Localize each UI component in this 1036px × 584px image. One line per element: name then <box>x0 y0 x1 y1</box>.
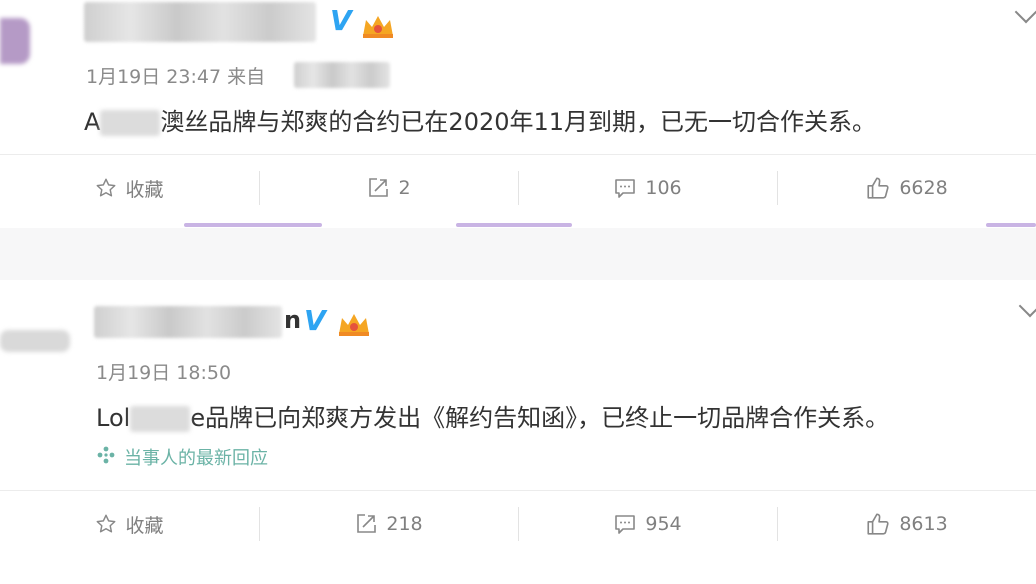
comment-icon <box>613 176 637 200</box>
redacted-text <box>100 110 161 136</box>
chevron-down-icon[interactable] <box>1014 0 1036 24</box>
like-button[interactable]: 6628 <box>777 155 1036 221</box>
divider-accent <box>184 223 322 227</box>
verified-badge: V <box>304 304 326 337</box>
verified-badge: V <box>330 4 352 37</box>
collect-button[interactable]: 收藏 <box>0 155 259 221</box>
crown-icon <box>360 12 396 44</box>
comment-icon <box>613 512 637 536</box>
weibo-post: V 1月19日 23:47 来自 A 澳丝品牌与郑爽的合约已在2020年11月到期… <box>0 0 1036 228</box>
repost-button[interactable]: 2 <box>259 155 518 221</box>
username-redacted[interactable] <box>94 306 282 338</box>
repost-button[interactable]: 218 <box>259 491 518 557</box>
username-tail[interactable]: n <box>284 306 301 334</box>
like-button[interactable]: 8613 <box>777 491 1036 557</box>
content-text: e品牌已向郑爽方发出《解约告知函》，已终止一切品牌合作关系。 <box>190 404 890 432</box>
avatar[interactable] <box>0 330 70 352</box>
collect-label: 收藏 <box>125 178 164 201</box>
like-count: 8613 <box>899 513 948 535</box>
action-bar: 收藏 218 954 8613 <box>0 490 1036 557</box>
post-content: Lol e品牌已向郑爽方发出《解约告知函》，已终止一切品牌合作关系。 <box>96 398 889 433</box>
star-icon <box>95 177 117 199</box>
repost-icon <box>366 176 390 200</box>
action-bar: 收藏 2 106 6628 <box>0 154 1036 221</box>
repost-icon <box>354 512 378 536</box>
comment-count: 106 <box>645 177 682 199</box>
chevron-down-icon[interactable] <box>1018 294 1036 318</box>
content-prefix: A <box>84 108 101 136</box>
divider-accent <box>986 223 1036 227</box>
crown-icon <box>336 310 372 342</box>
avatar[interactable] <box>0 18 30 64</box>
divider-accent <box>456 223 572 227</box>
comment-button[interactable]: 954 <box>518 491 777 557</box>
post-time: 1月19日 23:47 来自 <box>86 66 266 88</box>
post-time: 1月19日 18:50 <box>96 362 232 384</box>
like-icon <box>865 511 891 537</box>
latest-reply-link[interactable]: 当事人的最新回应 <box>96 444 268 470</box>
content-prefix: Lol <box>96 404 131 432</box>
repost-count: 218 <box>386 513 423 535</box>
comment-count: 954 <box>645 513 682 535</box>
weibo-post: n V 1月19日 18:50 Lol e品牌已向郑爽方发出《解约告知函》，已终止… <box>0 280 1036 584</box>
redacted-text <box>130 406 191 432</box>
username-redacted[interactable] <box>84 2 316 42</box>
post-content: A 澳丝品牌与郑爽的合约已在2020年11月到期，已无一切合作关系。 <box>84 102 876 137</box>
reply-label: 当事人的最新回应 <box>124 448 268 469</box>
collect-button[interactable]: 收藏 <box>0 491 259 557</box>
collect-label: 收藏 <box>125 514 164 537</box>
star-icon <box>95 513 117 535</box>
comment-button[interactable]: 106 <box>518 155 777 221</box>
source-redacted <box>294 62 390 88</box>
like-count: 6628 <box>899 177 948 199</box>
like-icon <box>865 175 891 201</box>
repost-count: 2 <box>398 177 411 199</box>
sparkle-icon <box>96 445 116 470</box>
post-separator <box>0 228 1036 280</box>
content-text: 澳丝品牌与郑爽的合约已在2020年11月到期，已无一切合作关系。 <box>160 108 877 136</box>
